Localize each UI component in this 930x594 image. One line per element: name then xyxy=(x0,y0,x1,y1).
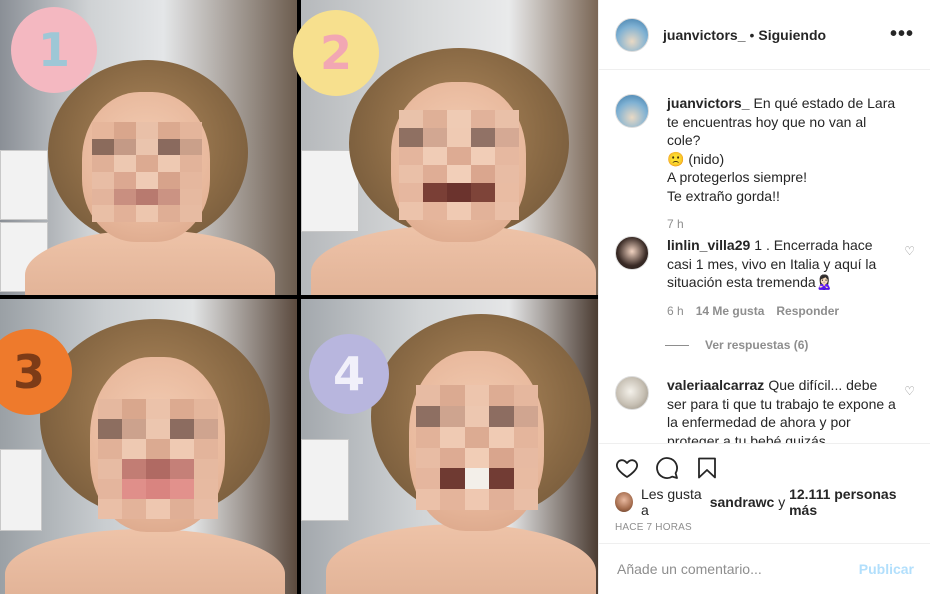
comment-likes[interactable]: 14 Me gusta xyxy=(696,304,765,318)
caption-line-2: 🙁 (nido) xyxy=(667,150,725,167)
comment-text: linlin_villa29 1 . Encerrada hace casi 1 … xyxy=(667,236,899,320)
caption-text: juanvictors_ En qué estado de Lara te enc… xyxy=(667,94,899,234)
badge-number: 4 xyxy=(332,347,365,401)
follow-status-button[interactable]: Siguiendo xyxy=(758,27,826,43)
comment-time[interactable]: 6 h xyxy=(667,304,684,318)
add-comment-input[interactable] xyxy=(615,560,859,578)
author-avatar[interactable] xyxy=(615,17,649,52)
comment-heart-icon[interactable]: ♡ xyxy=(904,244,915,258)
caption-line-3: A protegerlos siempre! xyxy=(667,169,808,185)
number-badge-2: 2 xyxy=(293,10,379,96)
action-icons-row xyxy=(599,444,930,492)
replies-line xyxy=(665,344,689,346)
instagram-post: 1 2 3 4 juanvictors_ • Siguiendo ••• jua… xyxy=(0,0,930,594)
number-badge-4: 4 xyxy=(309,334,389,414)
bookmark-icon[interactable] xyxy=(695,456,719,480)
comment-username[interactable]: valeriaalcarraz xyxy=(667,377,764,393)
post-image-collage[interactable]: 1 2 3 4 xyxy=(0,0,598,594)
comment-text: valeriaalcarraz Que difícil... debe ser p… xyxy=(667,376,899,443)
view-replies-label: Ver respuestas (6) xyxy=(705,338,809,352)
wall-tile xyxy=(0,449,42,531)
caption-line-4: Te extraño gorda!! xyxy=(667,187,780,204)
comment-item: valeriaalcarraz Que difícil... debe ser p… xyxy=(615,376,915,443)
view-replies-link[interactable]: Ver respuestas (6) xyxy=(665,338,808,352)
comment-meta: 6 h 14 Me gusta Responder xyxy=(667,302,899,321)
badge-number: 2 xyxy=(319,26,352,80)
wall-tile xyxy=(301,439,349,521)
post-actions: Les gusta a sandrawc y 12.111 personas m… xyxy=(599,443,930,533)
add-comment-bar: Publicar xyxy=(599,543,930,594)
wall-tile xyxy=(0,150,48,220)
comment-heart-icon[interactable]: ♡ xyxy=(904,384,915,398)
pixelated-blur xyxy=(399,110,519,220)
comment-avatar[interactable] xyxy=(615,236,649,270)
post-side-panel: juanvictors_ • Siguiendo ••• juanvictors… xyxy=(598,0,930,594)
comment-username[interactable]: linlin_villa29 xyxy=(667,237,750,253)
badge-number: 3 xyxy=(12,345,45,399)
comment-item: linlin_villa29 1 . Encerrada hace casi 1 … xyxy=(615,236,915,320)
separator-dot: • xyxy=(749,26,755,43)
caption-avatar[interactable] xyxy=(615,94,649,128)
comment-icon[interactable] xyxy=(655,456,679,480)
caption-username[interactable]: juanvictors_ xyxy=(667,95,749,111)
likes-middle: y xyxy=(778,494,786,510)
number-badge-1: 1 xyxy=(11,7,97,93)
caption: juanvictors_ En qué estado de Lara te enc… xyxy=(615,94,915,234)
author-username[interactable]: juanvictors_ xyxy=(663,27,745,43)
likes-summary: Les gusta a sandrawc y 12.111 personas m… xyxy=(599,486,930,518)
badge-number: 1 xyxy=(37,23,70,77)
post-timestamp[interactable]: HACE 7 HORAS xyxy=(599,522,930,533)
body xyxy=(5,529,285,594)
likes-count[interactable]: 12.111 personas más xyxy=(789,486,914,518)
body xyxy=(326,524,596,594)
publish-button[interactable]: Publicar xyxy=(859,561,914,577)
comment-avatar[interactable] xyxy=(615,376,649,410)
pixelated-blur xyxy=(98,399,218,519)
pixelated-blur xyxy=(416,385,538,510)
liker-username[interactable]: sandrawc xyxy=(710,494,775,510)
liker-avatar[interactable] xyxy=(615,492,633,512)
heart-icon[interactable] xyxy=(615,456,639,480)
caption-time[interactable]: 7 h xyxy=(667,215,899,234)
reply-button[interactable]: Responder xyxy=(776,304,839,318)
ellipsis-icon[interactable]: ••• xyxy=(890,23,914,46)
post-header: juanvictors_ • Siguiendo ••• xyxy=(599,0,930,70)
likes-prefix: Les gusta a xyxy=(640,486,702,518)
pixelated-blur xyxy=(92,122,202,222)
comments-section[interactable]: juanvictors_ En qué estado de Lara te enc… xyxy=(599,70,930,443)
